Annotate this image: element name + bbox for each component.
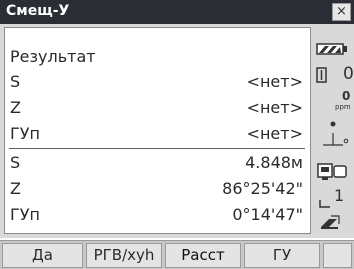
status-icon-column: 0 0 ppm 1 [313, 27, 354, 238]
row-label: S [10, 72, 21, 91]
window-title: Смещ-У [6, 3, 70, 19]
result-heading: Результат [10, 47, 96, 66]
result-row: Z <нет> [5, 96, 310, 120]
row-value: <нет> [246, 72, 303, 91]
softkey-coords[interactable]: РГВ/xyh [86, 243, 162, 268]
row-label: ГУп [10, 124, 40, 143]
row-label: Z [10, 179, 21, 198]
result-row: S <нет> [5, 70, 310, 94]
row-value: <нет> [246, 124, 303, 143]
softkey-bar: Да РГВ/xyh Расст ГУ [0, 240, 354, 269]
ppm-unit: ppm [335, 103, 351, 111]
result-row: ГУп 0°14'47" [5, 203, 310, 227]
softkey-hangle[interactable]: ГУ [244, 243, 320, 268]
section-divider [9, 148, 305, 149]
softkey-empty[interactable] [323, 243, 352, 268]
row-label: S [10, 153, 21, 172]
row-label: ГУп [10, 205, 40, 224]
row-value: 4.848м [245, 153, 303, 172]
softkey-distance[interactable]: Расст [165, 243, 241, 268]
row-value: <нет> [246, 98, 303, 117]
row-label: Z [10, 98, 21, 117]
instrument-icon [317, 163, 347, 180]
title-bar: Смещ-У × [0, 0, 354, 24]
reflector-icon [323, 121, 349, 146]
prism-constant-value: 0 [343, 64, 354, 84]
close-button[interactable]: × [332, 3, 351, 21]
softkey-yes[interactable]: Да [2, 243, 83, 268]
row-value: 0°14'47" [232, 205, 303, 224]
prism-constant-icon [316, 67, 327, 83]
face-icon [319, 200, 330, 208]
input-mode-icon [321, 215, 340, 229]
result-row: S 4.848м [5, 151, 310, 175]
result-row: ГУп <нет> [5, 122, 310, 146]
result-row: Z 86°25'42" [5, 177, 310, 201]
face-value: 1 [334, 186, 345, 205]
result-heading-row: Результат [5, 45, 310, 69]
row-value: 86°25'42" [222, 179, 303, 198]
battery-icon [316, 43, 347, 55]
ppm-value: 0 [342, 89, 351, 103]
result-panel: Результат S <нет> Z <нет> ГУп <нет> S 4.… [4, 27, 311, 234]
